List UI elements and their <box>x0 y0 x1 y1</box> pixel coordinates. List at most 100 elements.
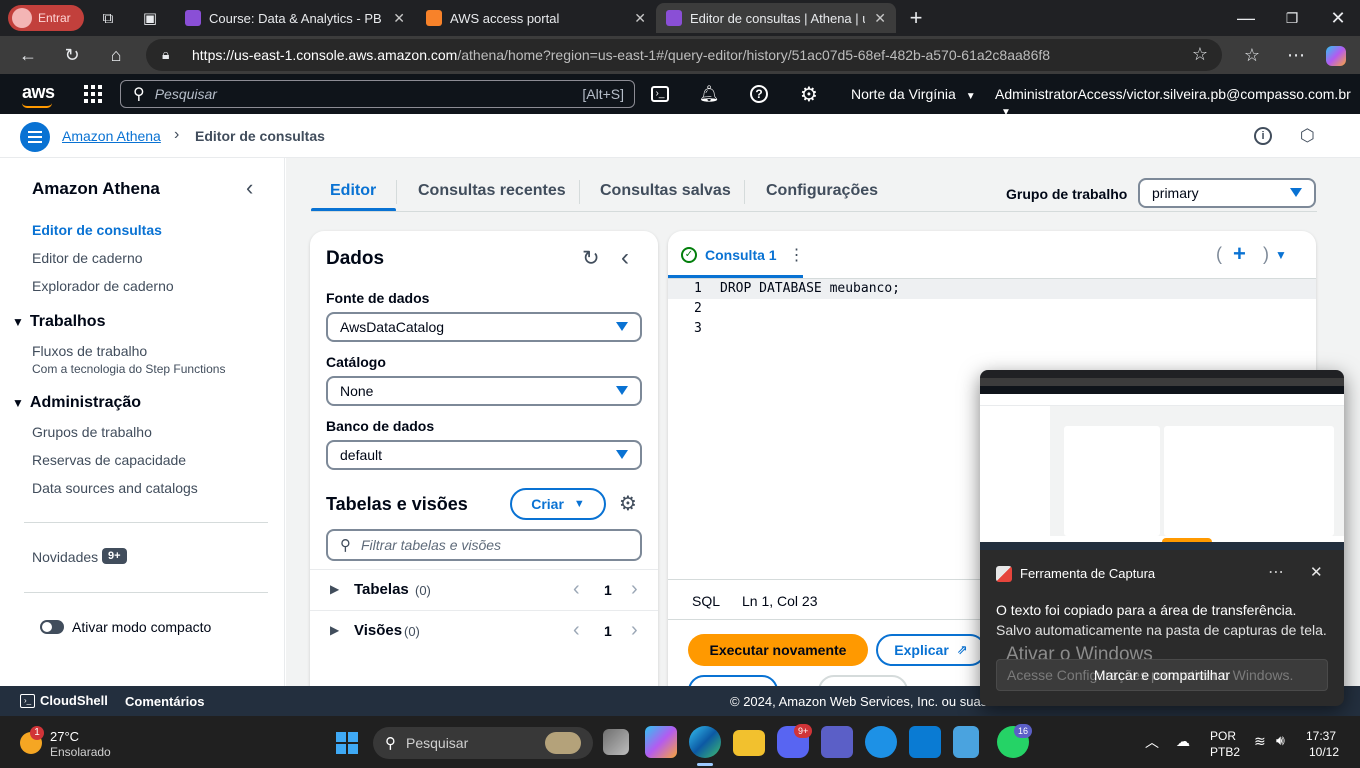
docker-icon[interactable] <box>865 726 897 758</box>
profile-button[interactable]: Entrar <box>8 5 84 31</box>
settings-icon[interactable]: ⚙ <box>795 80 823 108</box>
language-primary[interactable]: POR <box>1210 729 1236 743</box>
sidebar-item-notebook-editor[interactable]: Editor de caderno <box>32 250 143 266</box>
vertical-tabs-icon[interactable]: ▣ <box>134 2 166 34</box>
close-icon[interactable]: ✕ <box>874 10 886 27</box>
tab-course[interactable]: Course: Data & Analytics - PB - AW ✕ <box>175 3 415 33</box>
maximize-icon[interactable]: ❐ <box>1276 2 1308 34</box>
query-tab[interactable]: ✓ Consulta 1 ⋮ <box>681 245 805 265</box>
services-grid-icon[interactable] <box>84 85 102 103</box>
search-input[interactable]: ⚲ Pesquisar [Alt+S] <box>120 80 635 108</box>
create-button[interactable]: Criar ▼ <box>510 488 606 520</box>
settings-icon[interactable]: ⚙ <box>619 491 637 516</box>
tab-saved-queries[interactable]: Consultas salvas <box>600 182 731 200</box>
comments-link[interactable]: Comentários <box>125 694 204 709</box>
prev-page-icon[interactable]: ‹ <box>573 578 580 601</box>
region-selector[interactable]: Norte da Virgínia ▼ <box>851 86 976 102</box>
snipping-tool-notification[interactable]: Ferramenta de Captura ⋯ ✕ O texto foi co… <box>980 370 1344 706</box>
info-icon[interactable]: i <box>1254 127 1272 145</box>
close-icon[interactable]: ✕ <box>1310 563 1323 581</box>
notifications-icon[interactable]: 🔔︎ <box>695 80 723 108</box>
taskbar-search[interactable]: ⚲ Pesquisar <box>373 727 593 759</box>
back-icon[interactable]: ← <box>12 39 44 71</box>
sidebar-item-data-sources[interactable]: Data sources and catalogs <box>32 480 198 496</box>
compact-mode-toggle[interactable] <box>40 620 64 634</box>
add-query-icon[interactable]: + <box>1233 241 1246 267</box>
catalog-select[interactable]: None <box>326 376 642 406</box>
volume-icon[interactable]: 🔊︎ <box>1276 732 1285 749</box>
refresh-icon[interactable]: ↻ <box>56 39 88 71</box>
page-number[interactable]: 1 <box>604 582 612 598</box>
language-secondary[interactable]: PTB2 <box>1210 745 1240 759</box>
sidebar-section-jobs[interactable]: ▼ Trabalhos <box>12 313 105 331</box>
more-icon[interactable]: ⋯ <box>1280 39 1312 71</box>
close-icon[interactable]: ✕ <box>634 10 646 27</box>
file-explorer-icon[interactable] <box>733 730 765 756</box>
explain-button[interactable]: Explicar ⇗ <box>876 634 986 666</box>
start-icon[interactable] <box>336 732 358 754</box>
sidebar-item-workflows[interactable]: Fluxos de trabalho <box>32 343 147 359</box>
run-again-button[interactable]: Executar novamente <box>688 634 868 666</box>
breadcrumb-service-link[interactable]: Amazon Athena <box>62 128 161 144</box>
next-page-icon[interactable]: › <box>631 619 638 642</box>
clock-date[interactable]: 10/12 <box>1309 745 1339 759</box>
tab-aws-access-portal[interactable]: AWS access portal ✕ <box>416 3 656 33</box>
task-view-icon[interactable] <box>603 729 629 755</box>
wifi-icon[interactable]: ≋ <box>1254 733 1266 750</box>
mark-and-share-button[interactable]: Acesse Configurações para ativar o Windo… <box>996 659 1328 691</box>
network-icon[interactable]: ☁ <box>1176 733 1190 750</box>
data-source-select[interactable]: AwsDataCatalog <box>326 312 642 342</box>
copilot-icon[interactable] <box>1326 46 1346 66</box>
weather-widget[interactable]: 1 27°C Ensolarado <box>18 726 138 760</box>
sidebar-item-notebook-explorer[interactable]: Explorador de caderno <box>32 278 174 294</box>
workspaces-icon[interactable]: ⧉ <box>92 2 124 34</box>
favorites-icon[interactable]: ☆ <box>1236 39 1268 71</box>
next-page-icon[interactable]: › <box>631 578 638 601</box>
sidebar-collapse-icon[interactable]: ‹ <box>246 175 253 201</box>
sidebar-section-administration[interactable]: ▼ Administração <box>12 394 141 412</box>
tab-athena[interactable]: Editor de consultas | Athena | us-ea ✕ <box>656 3 896 33</box>
collapse-panel-icon[interactable]: ‹ <box>621 244 629 272</box>
sidebar-item-capacity-reservations[interactable]: Reservas de capacidade <box>32 452 186 468</box>
cloudshell-icon[interactable]: ›_ <box>646 80 674 108</box>
teams-icon[interactable] <box>821 726 853 758</box>
screenshot-thumbnail[interactable] <box>980 370 1344 550</box>
more-options-icon[interactable]: ⋯ <box>1268 562 1284 582</box>
cloudshell-button[interactable]: ›_ CloudShell <box>20 693 108 708</box>
sidebar-item-news[interactable]: Novidades <box>32 549 98 565</box>
close-icon[interactable]: ✕ <box>393 10 405 27</box>
prev-page-icon[interactable]: ‹ <box>573 619 580 642</box>
list-item[interactable]: ▶ Tabelas (0) ‹ 1 › <box>310 570 658 610</box>
edge-icon[interactable] <box>689 726 721 758</box>
refresh-icon[interactable]: ↻ <box>582 246 600 271</box>
site-info-icon[interactable]: 🔒︎ <box>162 46 169 63</box>
window-close-icon[interactable]: ✕ <box>1322 2 1354 34</box>
chevron-up-icon[interactable]: ︿ <box>1145 732 1159 752</box>
filter-tables-input[interactable]: ⚲ Filtrar tabelas e visões <box>326 529 642 561</box>
tab-editor[interactable]: Editor <box>330 182 376 200</box>
vscode-icon[interactable] <box>909 726 941 758</box>
clock-time[interactable]: 17:37 <box>1306 729 1336 743</box>
url-field[interactable]: 🔒︎ https://us-east-1.console.aws.amazon.… <box>146 39 1222 71</box>
minimize-icon[interactable]: — <box>1230 2 1262 34</box>
sidebar-item-query-editor[interactable]: Editor de consultas <box>32 222 162 238</box>
copilot-app-icon[interactable] <box>645 726 677 758</box>
caret-right-icon[interactable]: ▶ <box>330 582 339 596</box>
caret-down-icon[interactable]: ▼ <box>1275 248 1287 262</box>
feedback-icon[interactable]: ⬡ <box>1300 126 1315 146</box>
list-item[interactable]: ▶ Visões (0) ‹ 1 › <box>310 611 658 651</box>
caret-right-icon[interactable]: ▶ <box>330 623 339 637</box>
tab-recent-queries[interactable]: Consultas recentes <box>418 182 566 200</box>
favorite-star-icon[interactable]: ☆ <box>1192 44 1208 65</box>
home-icon[interactable]: ⌂ <box>100 39 132 71</box>
help-icon[interactable]: ? <box>745 80 773 108</box>
page-number[interactable]: 1 <box>604 623 612 639</box>
notepad-icon[interactable] <box>953 726 979 758</box>
kebab-menu-icon[interactable]: ⋮ <box>789 245 805 265</box>
sidebar-item-workgroups[interactable]: Grupos de trabalho <box>32 424 152 440</box>
tab-settings[interactable]: Configurações <box>766 182 878 200</box>
menu-toggle-icon[interactable] <box>20 122 50 152</box>
aws-logo[interactable]: aws <box>22 82 55 103</box>
workgroup-select[interactable]: primary <box>1138 178 1316 208</box>
new-tab-icon[interactable]: + <box>900 2 932 34</box>
